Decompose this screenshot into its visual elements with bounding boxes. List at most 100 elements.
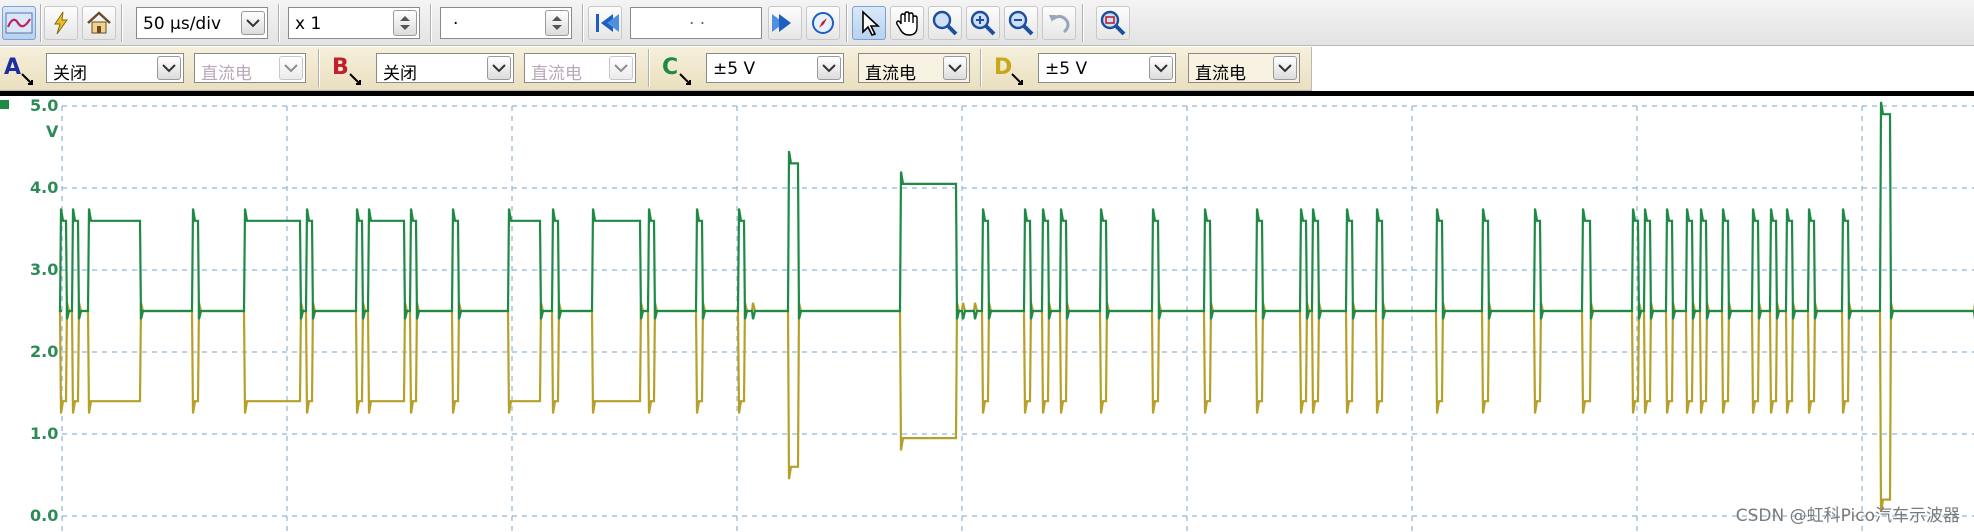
channel-a-coupling-dropdown[interactable] bbox=[279, 56, 303, 80]
zoom-factor-value: x 1 bbox=[295, 14, 322, 34]
buffer-position-value: · · bbox=[689, 14, 706, 34]
zoom-fit-icon bbox=[1100, 10, 1126, 36]
offset-stepper[interactable]: · bbox=[440, 7, 572, 39]
channel-d-trace bbox=[58, 302, 1974, 513]
channel-a-range-dropdown[interactable] bbox=[157, 56, 181, 80]
chevron-down-icon bbox=[284, 64, 298, 73]
chevron-down-icon bbox=[246, 19, 260, 28]
toolbar-separator bbox=[582, 4, 584, 42]
channel-b-button[interactable]: B bbox=[332, 55, 349, 80]
scope-mode-button[interactable] bbox=[2, 6, 36, 40]
channel-b-coupling-dropdown[interactable] bbox=[609, 56, 633, 80]
y-axis-unit: V bbox=[46, 122, 59, 141]
scope-grid bbox=[61, 105, 1974, 532]
channel-d-coupling-dropdown[interactable] bbox=[1273, 56, 1297, 80]
channel-c-coupling-select[interactable]: 直流电 bbox=[858, 53, 970, 84]
undo-icon bbox=[1049, 14, 1070, 34]
channel-c-range-dropdown[interactable] bbox=[817, 56, 841, 80]
y-tick-label: 1.0 bbox=[30, 424, 59, 443]
toolbar-separator bbox=[121, 4, 123, 42]
channel-toolbar: A 关闭 直流电 B 关闭 直流电 C ±5 V 直流电 D ±5 V 直流电 bbox=[0, 47, 1312, 91]
scope-wave-icon bbox=[5, 12, 33, 34]
channel-d-coupling-select[interactable]: 直流电 bbox=[1188, 53, 1300, 84]
timebase-value: 50 µs/div bbox=[143, 14, 222, 34]
buffer-position-field[interactable]: · · bbox=[630, 7, 762, 39]
y-tick-label: 3.0 bbox=[30, 260, 59, 279]
next-buffer-button[interactable] bbox=[768, 6, 802, 40]
chevron-down-icon bbox=[822, 64, 836, 73]
home-icon bbox=[87, 11, 111, 34]
channel-c-marker[interactable] bbox=[0, 100, 9, 109]
y-tick-label: 5.0 bbox=[30, 96, 59, 115]
probe-icon bbox=[21, 73, 33, 85]
auto-setup-button[interactable] bbox=[44, 6, 78, 40]
zoom-factor-spin-button[interactable] bbox=[393, 10, 417, 36]
zoom-in-icon bbox=[970, 10, 996, 36]
channel-a-button[interactable]: A bbox=[4, 55, 21, 80]
channel-b-range-dropdown[interactable] bbox=[487, 56, 511, 80]
offset-value: · bbox=[453, 14, 459, 34]
channel-a-coupling-select[interactable]: 直流电 bbox=[194, 53, 306, 84]
toolbar-separator bbox=[648, 49, 650, 87]
zoom-in-button[interactable] bbox=[966, 6, 1000, 40]
chevron-down-icon bbox=[1154, 64, 1168, 73]
zoom-factor-stepper[interactable]: x 1 bbox=[288, 7, 420, 39]
hand-icon bbox=[895, 11, 918, 36]
channel-d-range-value: ±5 V bbox=[1045, 59, 1088, 79]
scope-view[interactable]: 5.0 V 4.0 3.0 2.0 1.0 0.0 CSDN @虹科Pico汽车… bbox=[0, 96, 1974, 532]
zoom-tool-button[interactable] bbox=[928, 6, 962, 40]
toolbar-separator bbox=[430, 4, 432, 42]
timebase-dropdown-button[interactable] bbox=[241, 11, 265, 35]
watermark: CSDN @虹科Pico汽车示波器 bbox=[1735, 506, 1960, 526]
chevron-down-icon bbox=[614, 64, 628, 73]
undo-zoom-button[interactable] bbox=[1042, 6, 1076, 40]
magnifier-icon bbox=[932, 10, 958, 36]
navigator-button[interactable] bbox=[806, 6, 840, 40]
spin-updown-icon bbox=[552, 16, 562, 30]
channel-d-range-dropdown[interactable] bbox=[1149, 56, 1173, 80]
previous-buffer-button[interactable] bbox=[588, 6, 622, 40]
channel-a-range-value: 关闭 bbox=[53, 64, 87, 84]
chevron-down-icon bbox=[948, 64, 962, 73]
zoom-overview-button[interactable] bbox=[1096, 6, 1130, 40]
toolbar-separator bbox=[846, 4, 848, 42]
cursor-arrow-icon bbox=[862, 10, 881, 36]
channel-b-range-value: 关闭 bbox=[383, 64, 417, 84]
channel-c-button[interactable]: C bbox=[662, 55, 678, 80]
offset-spin-button[interactable] bbox=[545, 10, 569, 36]
toolbar-separator bbox=[318, 49, 320, 87]
select-tool-button[interactable] bbox=[852, 6, 886, 40]
main-toolbar: 50 µs/div x 1 · · · bbox=[0, 0, 1974, 46]
chevron-down-icon bbox=[162, 64, 176, 73]
zoom-out-button[interactable] bbox=[1004, 6, 1038, 40]
scope-plot[interactable] bbox=[0, 96, 1974, 532]
skip-forward-icon bbox=[772, 14, 791, 32]
chevron-down-icon bbox=[1278, 64, 1292, 73]
channel-b-coupling-select[interactable]: 直流电 bbox=[524, 53, 636, 84]
home-button[interactable] bbox=[82, 6, 116, 40]
toolbar-separator bbox=[40, 4, 42, 42]
toolbar-separator bbox=[980, 49, 982, 87]
channel-c-range-select[interactable]: ±5 V bbox=[706, 53, 844, 83]
channel-c-trace bbox=[58, 101, 1974, 320]
channel-a-coupling-value: 直流电 bbox=[201, 64, 252, 84]
skip-back-icon bbox=[596, 14, 619, 32]
channel-d-range-select[interactable]: ±5 V bbox=[1038, 53, 1176, 83]
channel-c-coupling-dropdown[interactable] bbox=[943, 56, 967, 80]
timebase-select[interactable]: 50 µs/div bbox=[136, 7, 268, 39]
zoom-out-icon bbox=[1008, 10, 1034, 36]
compass-icon bbox=[812, 12, 834, 34]
magic-wand-icon bbox=[54, 11, 68, 35]
channel-c-range-value: ±5 V bbox=[713, 59, 756, 79]
toolbar-separator bbox=[278, 4, 280, 42]
pan-tool-button[interactable] bbox=[890, 6, 924, 40]
y-tick-label: 4.0 bbox=[30, 178, 59, 197]
channel-b-range-select[interactable]: 关闭 bbox=[376, 53, 514, 84]
y-tick-label: 0.0 bbox=[30, 506, 59, 525]
probe-icon bbox=[349, 73, 361, 85]
y-tick-label: 2.0 bbox=[30, 342, 59, 361]
probe-icon bbox=[1011, 73, 1023, 85]
channel-a-range-select[interactable]: 关闭 bbox=[46, 53, 184, 84]
probe-icon bbox=[679, 73, 691, 85]
channel-b-coupling-value: 直流电 bbox=[531, 64, 582, 84]
